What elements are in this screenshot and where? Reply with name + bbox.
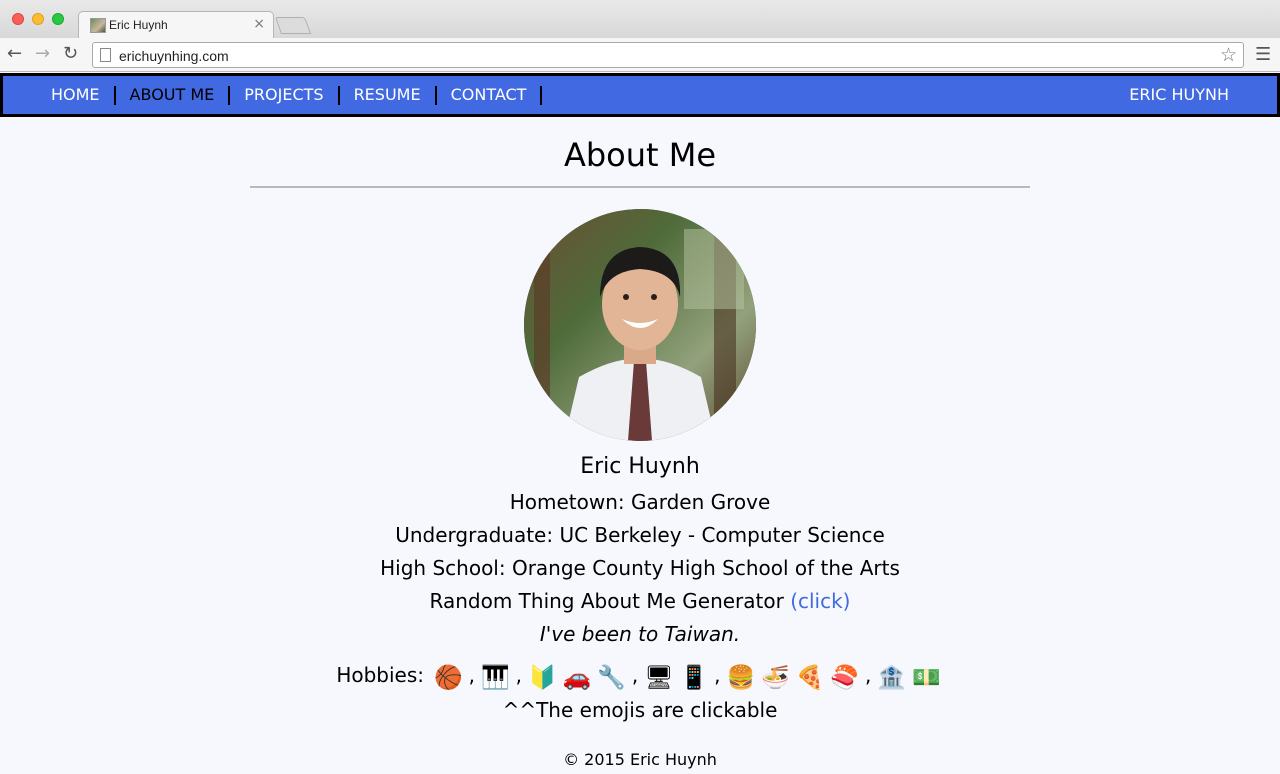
- random-generator-label: Random Thing About Me Generator: [429, 589, 791, 613]
- pizza-emoji-icon[interactable]: 🍕: [796, 661, 825, 695]
- comma-separator: ,: [714, 663, 721, 687]
- hobbies-label: Hobbies:: [336, 663, 424, 687]
- page-title: About Me: [563, 136, 717, 174]
- noodle-bowl-emoji-icon[interactable]: 🍜: [761, 661, 790, 695]
- hobbies-line: Hobbies: 🏀 , 🎹 , 🔰 🚗 🔧 , 🖥 📱 , 🍔 🍜 🍕 🍣 ,…: [0, 655, 1280, 695]
- close-window-button[interactable]: [12, 13, 24, 25]
- nav-projects[interactable]: PROJECTS: [244, 85, 337, 105]
- browser-tab-bar: Eric Huynh ×: [0, 0, 1280, 38]
- new-tab-button[interactable]: [274, 17, 312, 34]
- nav-divider: [434, 85, 437, 105]
- undergrad-text: Undergraduate: UC Berkeley - Computer Sc…: [395, 523, 885, 547]
- back-arrow-icon[interactable]: ←: [7, 43, 22, 65]
- computer-monitor-emoji-icon[interactable]: 🖥: [644, 661, 673, 695]
- profile-photo-illustration: [524, 209, 756, 441]
- nav-divider: [228, 85, 231, 105]
- nav-about-me[interactable]: ABOUT ME: [130, 85, 229, 105]
- wrench-emoji-icon[interactable]: 🔧: [597, 661, 626, 695]
- bank-emoji-icon[interactable]: 🏦: [877, 661, 906, 695]
- comma-separator: ,: [468, 663, 475, 687]
- hamburger-emoji-icon[interactable]: 🍔: [726, 661, 755, 695]
- piano-keys-emoji-icon[interactable]: 🎹: [481, 661, 510, 695]
- tab-title: Eric Huynh: [109, 18, 168, 32]
- star-icon[interactable]: ☆: [1220, 44, 1237, 66]
- nav-contact[interactable]: CONTACT: [451, 85, 541, 105]
- highschool-text: High School: Orange County High School o…: [380, 556, 900, 580]
- title-divider: [250, 186, 1030, 188]
- nav-links: HOME ABOUT ME PROJECTS RESUME CONTACT: [51, 76, 556, 114]
- profile-name: Eric Huynh: [580, 454, 700, 479]
- nav-divider: [337, 85, 340, 105]
- comma-separator: ,: [515, 663, 522, 687]
- random-fact-text: I've been to Taiwan.: [539, 622, 741, 646]
- emoji-clickable-note: ^^The emojis are clickable: [502, 698, 778, 722]
- random-generator-link[interactable]: (click): [790, 589, 850, 613]
- car-emoji-icon[interactable]: 🚗: [563, 661, 592, 695]
- sushi-emoji-icon[interactable]: 🍣: [830, 661, 859, 695]
- site-navbar: HOME ABOUT ME PROJECTS RESUME CONTACT ER…: [0, 73, 1280, 117]
- comma-separator: ,: [865, 663, 872, 687]
- nav-divider: [540, 85, 543, 105]
- hamburger-menu-icon[interactable]: ☰: [1255, 44, 1271, 65]
- comma-separator: ,: [631, 663, 639, 687]
- beginner-badge-emoji-icon[interactable]: 🔰: [528, 661, 557, 695]
- forward-arrow-icon[interactable]: →: [35, 43, 50, 65]
- footer-copyright: © 2015 Eric Huynh: [563, 750, 717, 769]
- browser-tab-active[interactable]: Eric Huynh ×: [78, 11, 274, 38]
- mobile-phone-emoji-icon[interactable]: 📱: [679, 661, 708, 695]
- minimize-window-button[interactable]: [32, 13, 44, 25]
- dollar-bill-emoji-icon[interactable]: 💵: [912, 661, 941, 695]
- nav-home[interactable]: HOME: [51, 85, 114, 105]
- nav-resume[interactable]: RESUME: [354, 85, 435, 105]
- zoom-window-button[interactable]: [52, 13, 64, 25]
- hometown-text: Hometown: Garden Grove: [509, 490, 771, 514]
- page-icon: [100, 48, 111, 62]
- reload-icon[interactable]: ↻: [63, 43, 78, 65]
- address-bar[interactable]: erichuynhing.com ☆: [92, 42, 1244, 68]
- nav-brand[interactable]: ERIC HUYNH: [1129, 85, 1229, 104]
- profile-photo: [524, 209, 756, 441]
- basketball-emoji-icon[interactable]: 🏀: [434, 661, 463, 695]
- nav-divider: [113, 85, 116, 105]
- favicon-icon: [90, 18, 106, 33]
- random-generator-line: Random Thing About Me Generator (click): [0, 589, 1280, 613]
- url-text[interactable]: erichuynhing.com: [119, 48, 229, 64]
- tab-close-icon[interactable]: ×: [253, 16, 265, 32]
- browser-toolbar: ← → ↻ erichuynhing.com ☆ ☰: [0, 38, 1280, 72]
